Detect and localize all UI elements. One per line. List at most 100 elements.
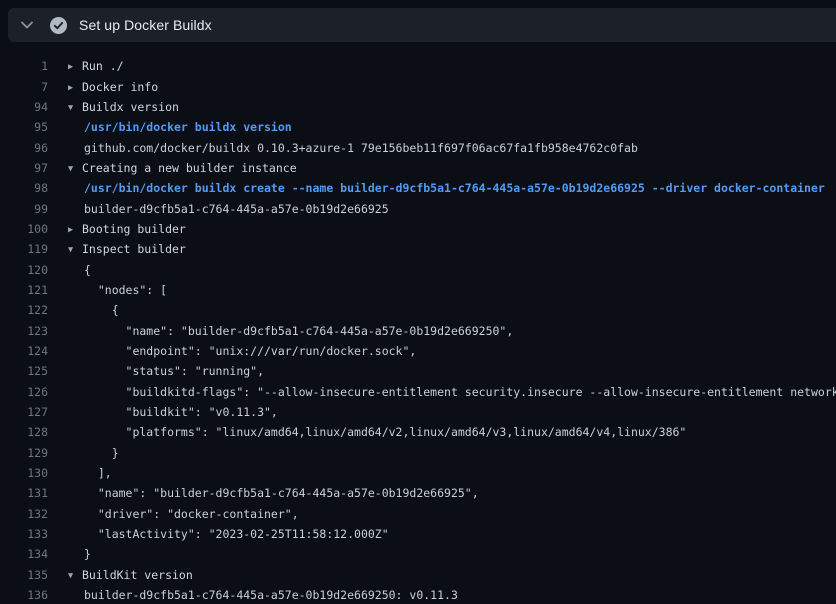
line-number[interactable]: 128 bbox=[0, 425, 48, 439]
line-number[interactable]: 134 bbox=[0, 547, 48, 561]
log-line: 129 } bbox=[0, 443, 836, 463]
caret-right-icon[interactable]: ▶ bbox=[68, 62, 77, 72]
line-number[interactable]: 94 bbox=[0, 100, 48, 114]
line-number[interactable]: 123 bbox=[0, 324, 48, 338]
log-content: } bbox=[68, 547, 91, 561]
log-text: /usr/bin/docker buildx create --name bui… bbox=[84, 181, 825, 195]
log-line: 134} bbox=[0, 544, 836, 564]
log-group-toggle[interactable]: ▶Docker info bbox=[68, 80, 158, 94]
line-number[interactable]: 99 bbox=[0, 202, 48, 216]
line-number[interactable]: 132 bbox=[0, 507, 48, 521]
line-number[interactable]: 126 bbox=[0, 385, 48, 399]
log-group-toggle[interactable]: ▼ Inspect builder bbox=[68, 242, 186, 256]
log-line: 120 { bbox=[0, 259, 836, 279]
log-content: "status": "running", bbox=[68, 364, 264, 378]
log-line: 130 ], bbox=[0, 463, 836, 483]
log-line: 127 "buildkit": "v0.11.3", bbox=[0, 402, 836, 422]
caret-down-icon[interactable]: ▼ bbox=[68, 245, 77, 255]
log-line: 1 ▶ Run ./ bbox=[0, 56, 836, 76]
log-line: 119 ▼ Inspect builder bbox=[0, 239, 836, 259]
log-line: 132 "driver": "docker-container", bbox=[0, 504, 836, 524]
line-number[interactable]: 129 bbox=[0, 446, 48, 460]
log-content: "name": "builder-d9cfb5a1-c764-445a-a57e… bbox=[68, 486, 479, 500]
line-number[interactable]: 130 bbox=[0, 466, 48, 480]
log-line: 98/usr/bin/docker buildx create --name b… bbox=[0, 178, 836, 198]
log-line: 124 "endpoint": "unix:///var/run/docker.… bbox=[0, 341, 836, 361]
log-content: "name": "builder-d9cfb5a1-c764-445a-a57e… bbox=[68, 324, 513, 338]
log-line: 128 "platforms": "linux/amd64,linux/amd6… bbox=[0, 422, 836, 442]
log-group-toggle[interactable]: ▼ Creating a new builder instance bbox=[68, 161, 297, 175]
line-number[interactable]: 121 bbox=[0, 283, 48, 297]
log-content: "buildkit": "v0.11.3", bbox=[68, 405, 278, 419]
caret-right-icon[interactable]: ▶ bbox=[68, 83, 77, 93]
log-content: ], bbox=[68, 466, 112, 480]
log-group-toggle[interactable]: ▶ Run ./ bbox=[68, 59, 124, 73]
log-group-toggle[interactable]: ▼BuildKit version bbox=[68, 568, 193, 582]
log-line: 136 builder-d9cfb5a1-c764-445a-a57e-0b19d… bbox=[0, 585, 836, 604]
line-number[interactable]: 100 bbox=[0, 222, 48, 236]
line-number[interactable]: 119 bbox=[0, 242, 48, 256]
caret-right-icon[interactable]: ▶ bbox=[68, 225, 77, 235]
log-content: builder-d9cfb5a1-c764-445a-a57e-0b19d2e6… bbox=[68, 202, 389, 216]
log-line: 94 ▼ Buildx version bbox=[0, 97, 836, 117]
log-line: 126 "buildkitd-flags": "--allow-insecure… bbox=[0, 382, 836, 402]
log-text: "buildkit": "v0.11.3", bbox=[84, 405, 278, 419]
log-content: "nodes": [ bbox=[68, 283, 167, 297]
line-number[interactable]: 124 bbox=[0, 344, 48, 358]
log-content: builder-d9cfb5a1-c764-445a-a57e-0b19d2e6… bbox=[68, 588, 458, 602]
log-text: "status": "running", bbox=[84, 364, 264, 378]
log-text: "driver": "docker-container", bbox=[84, 507, 299, 521]
log-line: 96 github.com/docker/buildx 0.10.3+azure-… bbox=[0, 137, 836, 157]
log-text: "buildkitd-flags": "--allow-insecure-ent… bbox=[84, 385, 836, 399]
log-text: "platforms": "linux/amd64,linux/amd64/v2… bbox=[84, 425, 686, 439]
log-line: 7 ▶Docker info bbox=[0, 76, 836, 96]
log-group-toggle[interactable]: ▶Booting builder bbox=[68, 222, 186, 236]
line-number[interactable]: 136 bbox=[0, 588, 48, 602]
caret-down-icon[interactable]: ▼ bbox=[68, 571, 77, 581]
line-number[interactable]: 95 bbox=[0, 120, 48, 134]
log-line: 135 ▼BuildKit version bbox=[0, 565, 836, 585]
line-number[interactable]: 120 bbox=[0, 263, 48, 277]
log-text: "endpoint": "unix:///var/run/docker.sock… bbox=[84, 344, 416, 358]
line-number[interactable]: 131 bbox=[0, 486, 48, 500]
line-number[interactable]: 125 bbox=[0, 364, 48, 378]
log-content: "endpoint": "unix:///var/run/docker.sock… bbox=[68, 344, 416, 358]
chevron-down-icon[interactable] bbox=[21, 19, 33, 31]
caret-down-icon[interactable]: ▼ bbox=[68, 103, 77, 113]
log-content: "driver": "docker-container", bbox=[68, 507, 299, 521]
group-title: Creating a new builder instance bbox=[82, 161, 297, 175]
group-title: Inspect builder bbox=[82, 242, 186, 256]
log-group-toggle[interactable]: ▼ Buildx version bbox=[68, 100, 179, 114]
log-content: { bbox=[68, 263, 91, 277]
line-number[interactable]: 133 bbox=[0, 527, 48, 541]
log-line: 122 { bbox=[0, 300, 836, 320]
log-text: ], bbox=[84, 466, 112, 480]
log-text: } bbox=[84, 446, 119, 460]
line-number[interactable]: 97 bbox=[0, 161, 48, 175]
group-title: Run ./ bbox=[82, 59, 124, 73]
line-number[interactable]: 135 bbox=[0, 568, 48, 582]
log-line: 99 builder-d9cfb5a1-c764-445a-a57e-0b19d2… bbox=[0, 198, 836, 218]
log-text: "nodes": [ bbox=[84, 283, 167, 297]
log-content: "platforms": "linux/amd64,linux/amd64/v2… bbox=[68, 425, 686, 439]
step-header[interactable]: Set up Docker Buildx bbox=[8, 8, 836, 42]
log-text: "name": "builder-d9cfb5a1-c764-445a-a57e… bbox=[84, 486, 479, 500]
log-text: builder-d9cfb5a1-c764-445a-a57e-0b19d2e6… bbox=[84, 588, 458, 602]
log-line: 121 "nodes": [ bbox=[0, 280, 836, 300]
log-content: /usr/bin/docker buildx version bbox=[68, 120, 292, 134]
log-container: 1 ▶ Run ./ 7 ▶Docker info 94 ▼ Buildx version 95… bbox=[0, 42, 836, 604]
log-text: github.com/docker/buildx 0.10.3+azure-1 … bbox=[84, 141, 638, 155]
log-line: 123 "name": "builder-d9cfb5a1-c764-445a-… bbox=[0, 320, 836, 340]
line-number[interactable]: 1 bbox=[0, 59, 48, 73]
line-number[interactable]: 98 bbox=[0, 181, 48, 195]
log-content: github.com/docker/buildx 0.10.3+azure-1 … bbox=[68, 141, 638, 155]
line-number[interactable]: 96 bbox=[0, 141, 48, 155]
group-title: Buildx version bbox=[82, 100, 179, 114]
log-text: { bbox=[84, 263, 91, 277]
log-content: "buildkitd-flags": "--allow-insecure-ent… bbox=[68, 385, 836, 399]
line-number[interactable]: 122 bbox=[0, 303, 48, 317]
log-content: } bbox=[68, 446, 119, 460]
caret-down-icon[interactable]: ▼ bbox=[68, 164, 77, 174]
line-number[interactable]: 7 bbox=[0, 80, 48, 94]
line-number[interactable]: 127 bbox=[0, 405, 48, 419]
